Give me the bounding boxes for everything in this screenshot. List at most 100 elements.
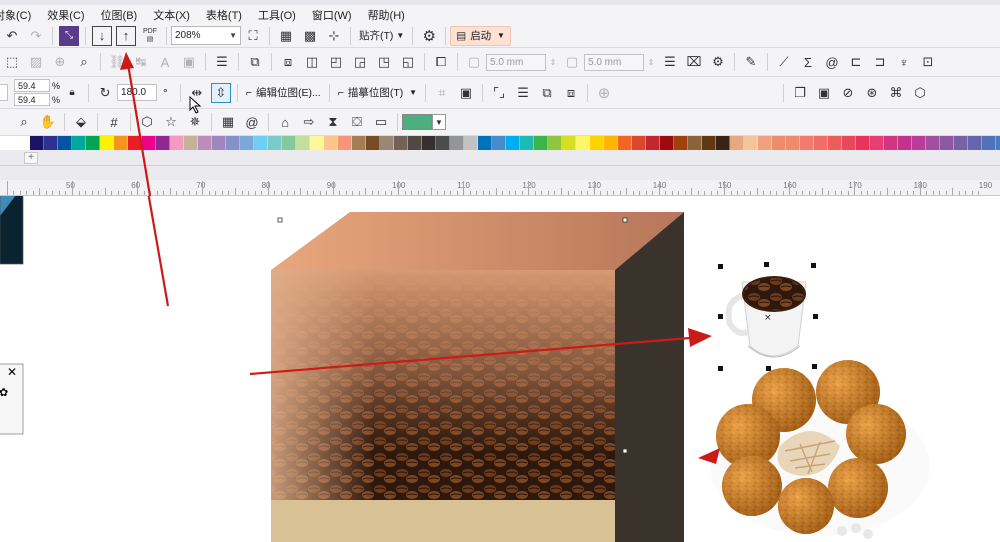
color-swatch[interactable] bbox=[100, 136, 114, 150]
import-icon[interactable]: ↓ bbox=[92, 25, 112, 46]
complex-star-icon[interactable]: ✵ bbox=[185, 112, 205, 132]
color-swatch[interactable] bbox=[72, 136, 86, 150]
link-icon[interactable]: ⛓ bbox=[107, 52, 127, 72]
export-icon[interactable]: ↑ bbox=[116, 25, 136, 46]
color-swatch[interactable] bbox=[212, 136, 226, 150]
outline-style-icon[interactable]: ▢ bbox=[562, 52, 582, 72]
color-swatch[interactable] bbox=[44, 136, 58, 150]
color-swatch[interactable] bbox=[604, 136, 618, 150]
color-swatch[interactable] bbox=[310, 136, 324, 150]
add-icon[interactable]: ⊕ bbox=[594, 83, 614, 103]
color-swatch[interactable] bbox=[590, 136, 604, 150]
color-swatch[interactable] bbox=[548, 136, 562, 150]
outline-width-input-2[interactable]: 5.0 mm bbox=[584, 53, 644, 71]
arrow-shapes-icon[interactable]: ⇨ bbox=[299, 112, 319, 132]
color-swatch[interactable] bbox=[786, 136, 800, 150]
close-icon[interactable]: ✕ bbox=[7, 365, 17, 379]
color-swatch[interactable] bbox=[30, 136, 44, 150]
align-icon[interactable]: ☰ bbox=[212, 52, 232, 72]
trim-icon[interactable]: ◫ bbox=[302, 52, 322, 72]
color-swatch[interactable] bbox=[170, 136, 184, 150]
color-swatch[interactable] bbox=[940, 136, 954, 150]
color-swatch[interactable] bbox=[674, 136, 688, 150]
fill-color-swatch[interactable] bbox=[402, 114, 432, 130]
gear-icon[interactable]: ⚙ bbox=[419, 26, 439, 46]
color-swatch[interactable] bbox=[828, 136, 842, 150]
color-swatch[interactable] bbox=[772, 136, 786, 150]
color-swatch[interactable] bbox=[758, 136, 772, 150]
color-swatch[interactable] bbox=[562, 136, 576, 150]
color-swatch[interactable] bbox=[716, 136, 730, 150]
edit-bitmap-button[interactable]: ⌐ 编辑位图(E)... bbox=[242, 83, 325, 103]
launch-button[interactable]: ▤ 启动 ▼ bbox=[450, 25, 511, 46]
color-swatch[interactable] bbox=[450, 136, 464, 150]
show-grid-icon[interactable]: ▩ bbox=[300, 26, 320, 46]
outline-color-icon[interactable]: ▢ bbox=[464, 52, 484, 72]
scale-height-input[interactable]: 59.4 bbox=[14, 93, 50, 106]
bitmap-icon[interactable]: ▣ bbox=[179, 52, 199, 72]
color-swatch[interactable] bbox=[436, 136, 450, 150]
color-swatch[interactable] bbox=[198, 136, 212, 150]
scale-width-input[interactable]: 59.4 bbox=[14, 79, 50, 92]
pin-icon[interactable]: ♆ bbox=[894, 52, 914, 72]
color-swatch[interactable] bbox=[296, 136, 310, 150]
menu-item[interactable]: 工具(O) bbox=[250, 7, 304, 23]
color-mask-icon[interactable]: ⧉ bbox=[537, 83, 557, 103]
color-swatch[interactable] bbox=[744, 136, 758, 150]
lock-ratio-icon[interactable]: 🔒︎ bbox=[62, 83, 82, 103]
menu-item[interactable]: 文本(X) bbox=[145, 7, 198, 23]
fried-dumplings-image[interactable] bbox=[710, 360, 930, 539]
color-swatch[interactable] bbox=[128, 136, 142, 150]
color-swatch[interactable] bbox=[324, 136, 338, 150]
zoom-to-page-icon[interactable]: ⌕ bbox=[74, 52, 94, 72]
connector-icon[interactable]: ⊏ bbox=[846, 52, 866, 72]
zoom-level-select[interactable]: 208% ▼ bbox=[171, 26, 241, 45]
spiral-icon[interactable]: @ bbox=[822, 52, 842, 72]
color-swatch[interactable] bbox=[520, 136, 534, 150]
color-swatch[interactable] bbox=[660, 136, 674, 150]
publish-pdf-icon[interactable]: PDF ▤ bbox=[140, 26, 160, 46]
full-screen-icon[interactable]: ⛶ bbox=[243, 26, 263, 46]
pan-hand-icon[interactable]: ✋ bbox=[38, 112, 58, 132]
search-icon[interactable]: ⌕ bbox=[14, 112, 34, 132]
crop-bitmap-icon[interactable]: ⌗ bbox=[432, 83, 452, 103]
color-swatch[interactable] bbox=[534, 136, 548, 150]
back-minus-front-icon[interactable]: ◱ bbox=[398, 52, 418, 72]
group-icon[interactable]: ⧉ bbox=[245, 52, 265, 72]
color-swatch[interactable] bbox=[142, 136, 156, 150]
bitmap-mask-icon[interactable]: ☰ bbox=[513, 83, 533, 103]
menu-item[interactable]: 帮助(H) bbox=[360, 7, 413, 23]
color-swatch[interactable] bbox=[366, 136, 380, 150]
color-swatch[interactable] bbox=[156, 136, 170, 150]
outline-width-input[interactable]: 5.0 mm bbox=[486, 53, 546, 71]
redo-icon[interactable]: ↷ bbox=[26, 26, 46, 46]
color-swatch[interactable] bbox=[408, 136, 422, 150]
zoom-tool-icon[interactable]: ⊕ bbox=[50, 52, 70, 72]
color-swatch[interactable] bbox=[968, 136, 982, 150]
undo-icon[interactable]: ↶ bbox=[2, 26, 22, 46]
frame-icon[interactable]: ⬚ bbox=[2, 52, 22, 72]
color-swatch[interactable] bbox=[814, 136, 828, 150]
drawing-canvas[interactable]: ✕ ✿ × bbox=[0, 196, 1000, 542]
color-swatch[interactable] bbox=[632, 136, 646, 150]
grid-hash-icon[interactable]: # bbox=[104, 112, 124, 132]
width-input[interactable] bbox=[0, 84, 8, 101]
color-swatch[interactable] bbox=[688, 136, 702, 150]
front-minus-back-icon[interactable]: ◳ bbox=[374, 52, 394, 72]
extrude-icon[interactable]: ⬡ bbox=[910, 83, 930, 103]
wrap-text-icon[interactable]: ☰ bbox=[660, 52, 680, 72]
resample-icon[interactable]: ▣ bbox=[456, 83, 476, 103]
spinner-icon[interactable]: ⇕ bbox=[646, 52, 656, 72]
color-swatch[interactable] bbox=[394, 136, 408, 150]
hexagon-icon[interactable]: ⬡ bbox=[137, 112, 157, 132]
show-guidelines-icon[interactable]: ⊹ bbox=[324, 26, 344, 46]
menu-item[interactable]: 窗口(W) bbox=[304, 7, 360, 23]
color-swatch[interactable] bbox=[380, 136, 394, 150]
shadow-icon[interactable]: ❐ bbox=[790, 83, 810, 103]
color-swatch[interactable] bbox=[982, 136, 996, 150]
color-swatch[interactable] bbox=[842, 136, 856, 150]
color-swatch[interactable] bbox=[184, 136, 198, 150]
banner-shapes-icon[interactable]: ⛋ bbox=[347, 112, 367, 132]
rotation-angle-input[interactable]: 180.0 bbox=[117, 84, 158, 101]
chevron-down-icon[interactable]: ▼ bbox=[432, 114, 446, 130]
